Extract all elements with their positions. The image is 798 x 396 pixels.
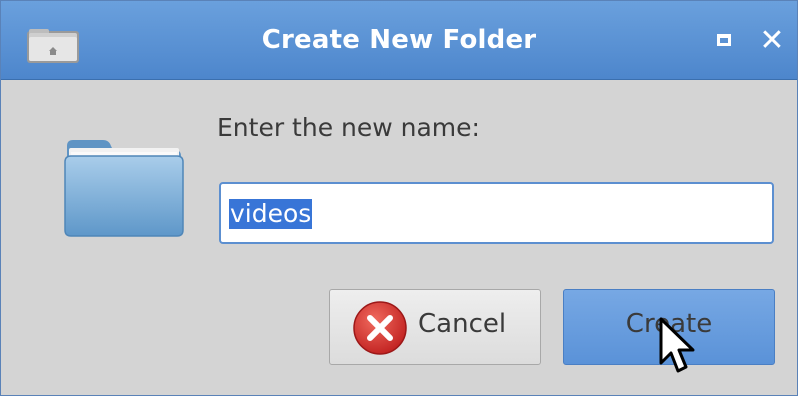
folder-name-selected-text[interactable]: videos <box>229 199 313 229</box>
title-bar[interactable]: Create New Folder ✕ <box>1 1 797 80</box>
create-folder-dialog: Create New Folder ✕ Enter the new name: … <box>0 0 798 396</box>
maximize-button[interactable] <box>713 29 739 55</box>
folder-icon <box>64 140 184 237</box>
cancel-button-label: Cancel <box>418 309 507 339</box>
folder-name-input[interactable]: videos <box>219 182 774 244</box>
maximize-icon <box>717 34 731 46</box>
cancel-icon <box>353 301 407 355</box>
mouse-pointer-icon <box>659 317 695 373</box>
prompt-label: Enter the new name: <box>217 113 480 142</box>
close-button[interactable]: ✕ <box>757 25 787 57</box>
cancel-button[interactable]: Cancel <box>329 289 541 365</box>
window-title: Create New Folder <box>261 25 537 55</box>
